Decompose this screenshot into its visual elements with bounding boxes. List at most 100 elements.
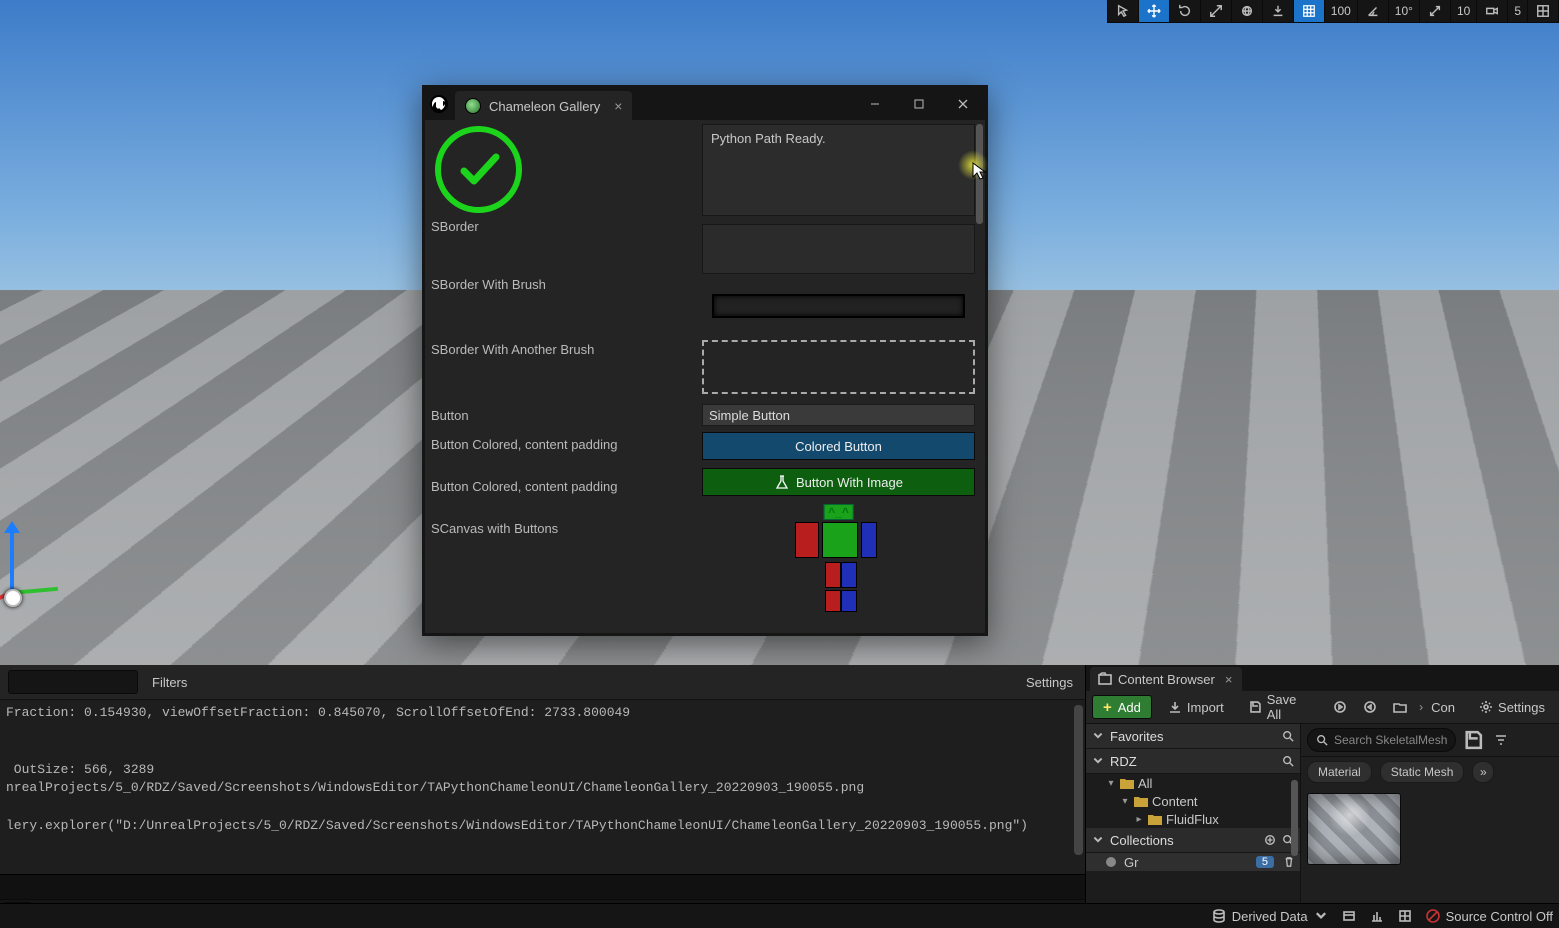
scanvas-demo: ^_^ xyxy=(702,504,975,619)
sborder-brush-demo xyxy=(712,294,965,318)
canvas-red-left[interactable] xyxy=(795,522,819,558)
rotate-tool-button[interactable] xyxy=(1170,0,1201,22)
favorites-section[interactable]: Favorites xyxy=(1086,724,1300,749)
sborder-demo xyxy=(702,224,975,274)
log-scrollbar[interactable] xyxy=(1074,705,1083,855)
checkmark-icon xyxy=(435,126,522,213)
tree-item-content[interactable]: ▾Content xyxy=(1086,792,1300,810)
canvas-blue-2[interactable] xyxy=(841,562,857,588)
gallery-scrollbar[interactable] xyxy=(976,124,983,224)
log-search-input[interactable] xyxy=(8,670,138,694)
canvas-green-mid[interactable] xyxy=(822,522,858,558)
sources-tree: Favorites RDZ ▾All ▾Content ▸FluidFlux C… xyxy=(1086,724,1301,928)
save-all-button[interactable]: Save All xyxy=(1240,696,1322,718)
label-sborder-brush: SBorder With Brush xyxy=(431,275,696,295)
tab-close-button[interactable]: × xyxy=(614,98,622,114)
import-button[interactable]: Import xyxy=(1160,696,1232,718)
collections-section[interactable]: Collections xyxy=(1086,828,1300,853)
status-icon-3[interactable] xyxy=(1398,909,1412,923)
search-icon[interactable] xyxy=(1282,730,1294,742)
button-with-image[interactable]: Button With Image xyxy=(702,468,975,496)
log-toolbar: Filters Settings xyxy=(0,665,1085,700)
trash-icon[interactable] xyxy=(1284,856,1294,868)
filter-chip-static-mesh[interactable]: Static Mesh xyxy=(1380,761,1465,783)
scale-tool-button[interactable] xyxy=(1201,0,1232,22)
search-icon[interactable] xyxy=(1282,755,1294,767)
scale-snap-toggle[interactable] xyxy=(1420,0,1451,22)
content-browser-panel: Content Browser × +Add Import Save All ›… xyxy=(1086,665,1559,928)
tree-scrollbar[interactable] xyxy=(1291,780,1298,856)
collection-item-gr[interactable]: Gr 5 xyxy=(1086,853,1300,871)
label-button-colored1: Button Colored, content padding xyxy=(431,435,696,455)
world-local-toggle[interactable] xyxy=(1232,0,1263,22)
simple-button[interactable]: Simple Button xyxy=(702,404,975,426)
save-dirty-button[interactable] xyxy=(1462,729,1484,751)
content-settings-button[interactable]: Settings xyxy=(1471,696,1553,718)
chameleon-gallery-window: Chameleon Gallery × SBorder SBorder With… xyxy=(422,85,988,636)
angle-snap-toggle[interactable] xyxy=(1358,0,1389,22)
content-browser-icon xyxy=(1098,672,1112,686)
log-output[interactable]: Fraction: 0.154930, viewOffsetFraction: … xyxy=(0,700,1085,874)
canvas-blue-3[interactable] xyxy=(841,590,857,612)
history-back-button[interactable] xyxy=(1329,696,1351,718)
canvas-blue-right[interactable] xyxy=(861,522,877,558)
camera-speed-value[interactable]: 5 xyxy=(1508,0,1528,22)
log-text-box: Python Path Ready. xyxy=(702,124,975,216)
filter-chip-material[interactable]: Material xyxy=(1307,761,1372,783)
label-scanvas: SCanvas with Buttons xyxy=(431,519,696,539)
window-titlebar[interactable]: Chameleon Gallery × xyxy=(425,88,985,120)
filter-chip-more[interactable]: » xyxy=(1472,761,1494,783)
translate-tool-button[interactable] xyxy=(1139,0,1170,22)
content-browser-tab-close[interactable]: × xyxy=(1225,672,1233,687)
face-button[interactable]: ^_^ xyxy=(823,504,854,520)
canvas-red-2[interactable] xyxy=(825,562,841,588)
flask-icon xyxy=(774,474,790,490)
breadcrumb[interactable]: Con xyxy=(1431,700,1455,715)
output-log-panel: Filters Settings Fraction: 0.154930, vie… xyxy=(0,665,1086,928)
viewport-toolbar: 100 10° 10 5 xyxy=(1107,0,1559,23)
label-sborder-another: SBorder With Another Brush xyxy=(431,340,696,360)
window-tab[interactable]: Chameleon Gallery × xyxy=(455,91,632,121)
gallery-widgets-column: Python Path Ready. Simple Button Colored… xyxy=(702,120,985,633)
project-section[interactable]: RDZ xyxy=(1086,749,1300,774)
asset-view: Search SkeletalMesh Material Static Mesh… xyxy=(1301,724,1559,928)
source-control-button[interactable]: Source Control Off xyxy=(1426,909,1553,924)
status-icon-1[interactable] xyxy=(1342,909,1356,923)
asset-thumbnail[interactable] xyxy=(1307,793,1401,865)
content-browser-tab[interactable]: Content Browser × xyxy=(1090,667,1242,691)
sborder-dashed-demo xyxy=(702,340,975,394)
angle-snap-value[interactable]: 10° xyxy=(1389,0,1420,22)
window-close-button[interactable] xyxy=(941,88,985,120)
colored-button[interactable]: Colored Button xyxy=(702,432,975,460)
derived-data-button[interactable]: Derived Data xyxy=(1212,909,1328,924)
asset-grid[interactable] xyxy=(1301,787,1559,903)
add-collection-icon[interactable] xyxy=(1264,834,1276,846)
tree-item-fluidflux[interactable]: ▸FluidFlux xyxy=(1086,810,1300,828)
window-maximize-button[interactable] xyxy=(897,88,941,120)
canvas-red-3[interactable] xyxy=(825,590,841,612)
log-filters-button[interactable]: Filters xyxy=(148,675,191,690)
window-minimize-button[interactable] xyxy=(853,88,897,120)
select-tool-button[interactable] xyxy=(1108,0,1139,22)
camera-speed-button[interactable] xyxy=(1477,0,1508,22)
tree-item-all[interactable]: ▾All xyxy=(1086,774,1300,792)
window-title: Chameleon Gallery xyxy=(489,99,600,114)
asset-filter-button[interactable] xyxy=(1490,729,1512,751)
add-button[interactable]: +Add xyxy=(1092,695,1152,719)
surface-snap-button[interactable] xyxy=(1263,0,1294,22)
content-browser-toolbar: +Add Import Save All › Con Settings xyxy=(1086,691,1559,724)
history-forward-button[interactable] xyxy=(1359,696,1381,718)
status-icon-2[interactable] xyxy=(1370,909,1384,923)
label-sborder: SBorder xyxy=(431,217,696,237)
grid-snap-value[interactable]: 100 xyxy=(1325,0,1358,22)
editor-status-bar: Derived Data Source Control Off xyxy=(0,903,1559,928)
label-button: Button xyxy=(431,406,696,426)
folder-path-button[interactable] xyxy=(1389,696,1411,718)
log-input-bg[interactable] xyxy=(0,874,1085,899)
asset-search-input[interactable]: Search SkeletalMesh xyxy=(1307,728,1456,752)
log-settings-button[interactable]: Settings xyxy=(1022,675,1077,690)
scale-snap-value[interactable]: 10 xyxy=(1451,0,1477,22)
viewport-maximize-button[interactable] xyxy=(1528,0,1559,22)
grid-snap-toggle[interactable] xyxy=(1294,0,1325,22)
unreal-logo-icon xyxy=(429,94,449,114)
